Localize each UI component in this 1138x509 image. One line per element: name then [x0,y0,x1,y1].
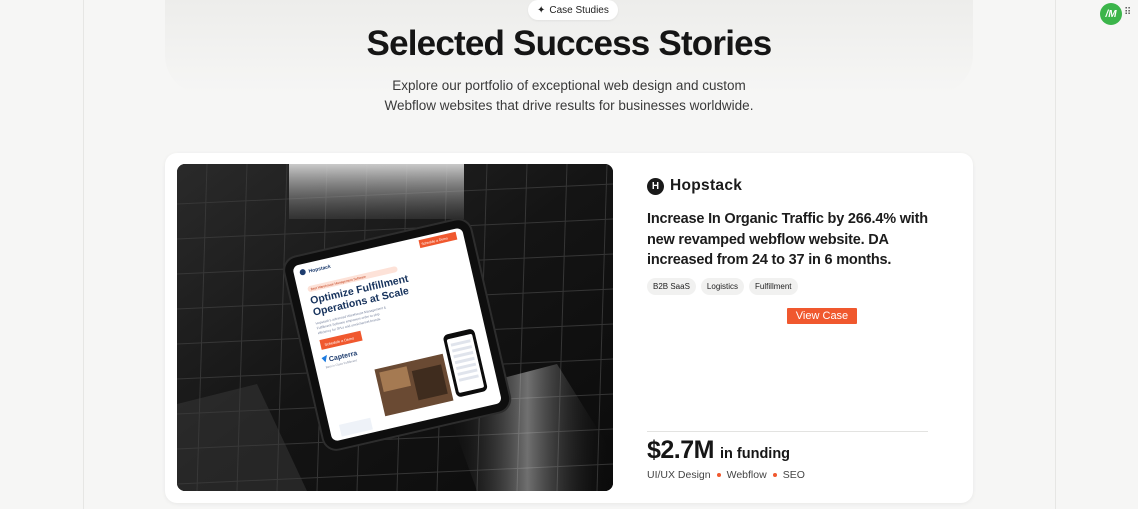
grip-dots-icon[interactable]: ⠿ [1124,7,1131,18]
tag-logistics: Logistics [700,277,745,295]
page-title: Selected Success Stories [366,24,773,63]
services-list: UI/UX Design Webflow SEO [647,469,805,481]
case-study-image[interactable]: Hopstack Schedule a Demo Best Warehouse … [177,164,613,491]
funding-value: $2.7M [647,436,714,464]
service-uiux: UI/UX Design [647,469,711,481]
case-headline: Increase In Organic Traffic by 266.4% wi… [647,211,928,268]
case-studies-badge: ✦ Case Studies [528,0,618,20]
tablet-mockup-photo: Hopstack Schedule a Demo Best Warehouse … [177,164,613,491]
client-brand: H Hopstack [647,175,937,197]
view-case-button[interactable]: View Case [787,308,857,324]
client-name: Hopstack [670,177,743,194]
subtitle-line-1: Explore our portfolio of exceptional web… [392,78,746,93]
case-study-info: H Hopstack Increase In Organic Traffic b… [647,175,937,295]
service-webflow: Webflow [726,469,767,481]
user-avatar[interactable]: /M [1100,3,1122,25]
tag-fulfillment: Fulfillment [749,277,798,295]
page-subtitle: Explore our portfolio of exceptional web… [0,76,1138,116]
sparkle-icon: ✦ [537,4,546,16]
bullet-dot [772,473,777,477]
funding-label: in funding [719,446,791,462]
hopstack-logo-icon: H [647,177,664,195]
bullet-dot [716,473,721,477]
tag-b2b-saas: B2B SaaS [647,277,696,295]
service-seo: SEO [782,469,805,481]
case-studies-label: Case Studies [549,4,609,16]
funding-stat: $2.7M in funding [647,436,790,465]
subtitle-line-2: Webflow websites that drive results for … [384,98,754,113]
case-tags: B2B SaaS Logistics Fulfillment [647,277,937,295]
stat-divider [647,431,928,432]
case-study-card[interactable]: Hopstack Schedule a Demo Best Warehouse … [165,153,973,503]
